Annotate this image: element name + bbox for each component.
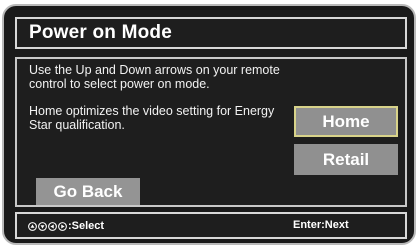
content-panel: Use the Up and Down arrows on your remot… [15,57,407,207]
go-back-button[interactable]: Go Back [36,178,140,205]
down-arrow-icon [38,221,47,231]
right-arrow-icon [58,221,67,231]
tv-menu-screen: Power on Mode Use the Up and Down arrows… [2,4,416,245]
up-arrow-icon [28,221,37,231]
retail-option-button[interactable]: Retail [294,144,398,175]
arrow-keys-icon-group [28,221,67,231]
footer-bar: :Select Enter:Next [15,212,407,239]
select-label: :Select [68,220,105,232]
page-title: Power on Mode [29,22,172,43]
home-option-button[interactable]: Home [294,106,398,137]
enter-next-hint: Enter:Next [293,219,349,231]
instruction-text: Use the Up and Down arrows on your remot… [29,63,280,91]
description-text: Home optimizes the video setting for Ene… [29,104,275,132]
left-arrow-icon [48,221,57,231]
select-hint: :Select [28,220,104,232]
title-bar: Power on Mode [15,17,407,49]
